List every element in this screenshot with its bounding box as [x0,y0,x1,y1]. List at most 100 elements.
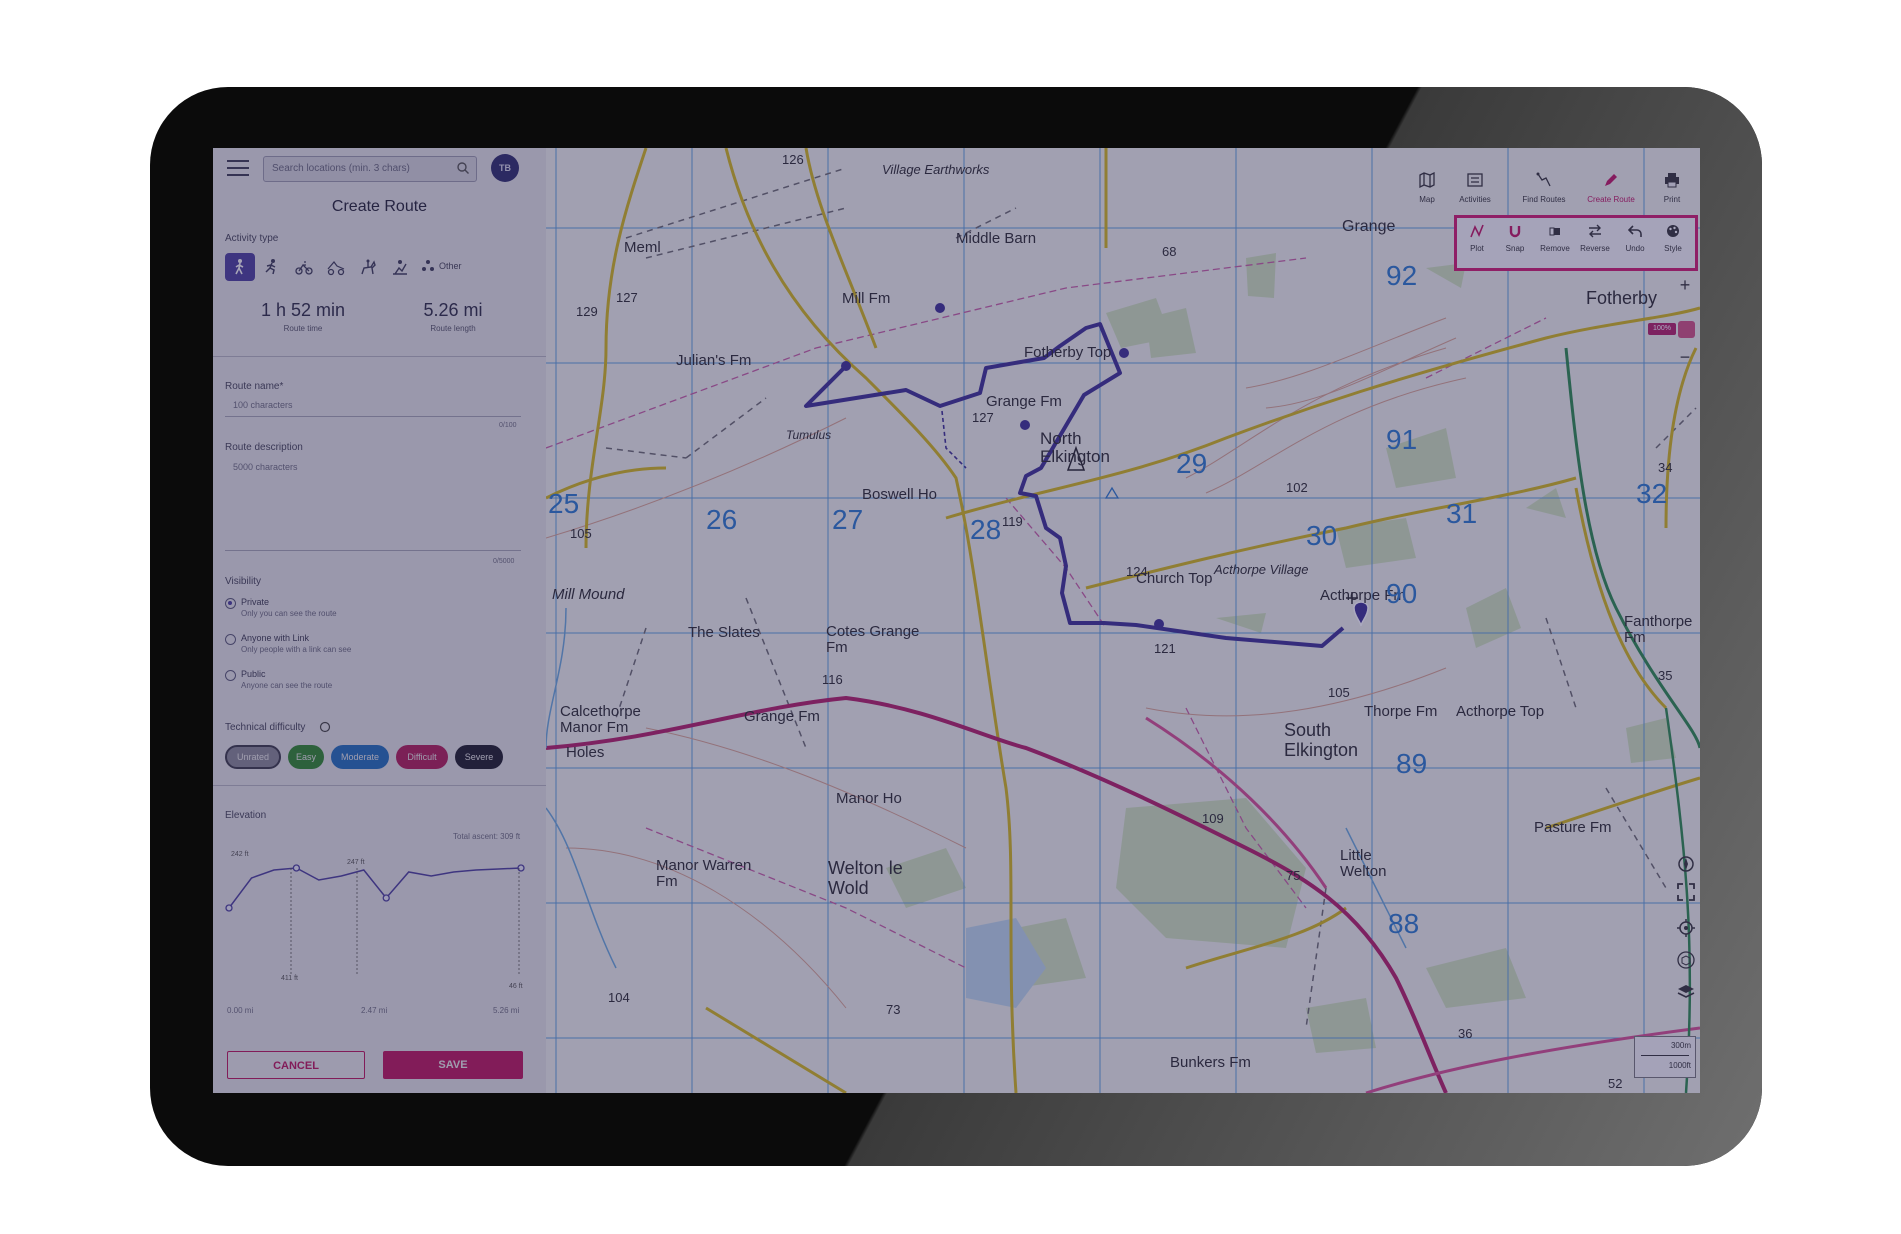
spot-height: 75 [1286,868,1301,883]
difficulty-moderate-chip[interactable]: Moderate [331,745,389,769]
place-label: Fotherby Top [1024,344,1112,361]
sidebar-topbar: Search locations (min. 3 chars) TB [213,148,546,188]
difficulty-easy-chip[interactable]: Easy [288,745,324,769]
remove-tool-button[interactable]: Remove [1535,224,1575,253]
difficulty-difficult-chip[interactable]: Difficult [396,745,448,769]
place-label: The Slates [688,624,760,641]
route-guide-dashed [941,410,967,469]
activity-cycle-button[interactable] [289,253,319,281]
info-icon[interactable] [319,721,331,733]
divider [213,785,546,786]
reverse-tool-button[interactable]: Reverse [1575,224,1615,253]
toolbar-label: Create Route [1587,195,1635,204]
os-map[interactable]: Village Earthworks Meml Mill Fm Julian's… [546,148,1700,1093]
draw-tools-panel: Plot Snap Remove Reverse Undo Style [1454,215,1698,271]
route-length-label: Route length [430,324,476,333]
map-toolbar: Map Activities Find Routes Create Route … [1401,166,1696,216]
elevation-chart[interactable]: 242 ft 247 ft 411 ft 46 ft [225,844,535,994]
print-icon [1665,173,1679,188]
difficulty-unrated-chip[interactable]: Unrated [225,745,281,769]
total-ascent: Total ascent: 309 ft [453,832,521,841]
route-length-value: 5.26 mi [423,300,483,320]
spot-height: 35 [1658,668,1673,683]
activity-run-button[interactable] [257,253,287,281]
elevation-point[interactable] [225,904,233,912]
tool-label: Style [1664,244,1682,253]
cancel-button[interactable]: CANCEL [227,1051,365,1079]
layers-icon[interactable] [1676,982,1696,1002]
difficulty-selector: Unrated Easy Moderate Difficult Severe [225,745,535,771]
elevation-point[interactable] [292,864,301,872]
visibility-link-radio[interactable] [225,634,236,645]
horse-riding-icon [361,259,376,275]
place-label: Tumulus [786,428,832,442]
walking-icon [235,259,244,275]
zoom-out-button[interactable]: − [1672,344,1698,370]
visibility-private-sub: Only you can see the route [241,609,337,618]
toolbar-label: Activities [1459,195,1491,204]
undo-tool-button[interactable]: Undo [1615,224,1655,253]
elev-label-low: 411 ft [281,975,298,982]
toolbar-find-routes-button[interactable]: Find Routes [1513,166,1575,216]
style-tool-button[interactable]: Style [1653,224,1693,253]
scale-metric: 300m [1670,1041,1691,1050]
plot-tool-button[interactable]: Plot [1457,224,1497,253]
snap-tool-button[interactable]: Snap [1495,224,1535,253]
elevation-label: Elevation [225,810,267,821]
route-description-textarea[interactable]: 5000 characters [225,454,521,551]
running-icon [265,259,276,275]
activity-horse-button[interactable] [353,253,383,281]
grid-number: 28 [970,514,1002,545]
scale-imperial: 1000ft [1668,1061,1691,1070]
search-icon[interactable] [456,161,470,175]
spot-height: 127 [616,290,638,305]
locate-icon[interactable] [1676,918,1696,938]
place-label: Fanthorpe Fm [1624,613,1693,646]
grid-number: 90 [1386,578,1418,609]
search-placeholder: Search locations (min. 3 chars) [272,163,410,174]
avatar[interactable]: TB [491,154,519,182]
spot-height: 104 [608,990,630,1005]
compass-icon[interactable] [1676,854,1696,874]
toolbar-create-route-button[interactable]: Create Route [1579,166,1643,216]
activity-mtb-button[interactable] [321,253,351,281]
visibility-public-radio[interactable] [225,670,236,681]
toolbar-map-button[interactable]: Map [1401,166,1453,216]
route-name-input[interactable]: 100 characters [225,392,521,417]
elevation-point[interactable] [382,894,390,902]
difficulty-severe-chip[interactable]: Severe [455,745,503,769]
grid-number: 91 [1386,424,1418,455]
dismantled-railway [1564,347,1700,749]
zoom-badge: 100% [1648,323,1676,335]
elevation-line [228,867,522,909]
search-input[interactable]: Search locations (min. 3 chars) [263,156,477,182]
activity-walk-button[interactable] [225,253,255,281]
toolbar-activities-button[interactable]: Activities [1449,166,1501,216]
spot-height: 105 [1328,685,1350,700]
place-label: Fotherby [1586,288,1658,308]
zoom-slider-handle[interactable] [1678,321,1695,338]
visibility-link-label: Anyone with Link [241,633,310,643]
activity-other-button[interactable]: Other [421,259,462,278]
activity-climb-button[interactable] [385,253,415,281]
form-actions: CANCEL SAVE [227,1051,527,1081]
tool-label: Plot [1470,244,1484,253]
spot-height: 126 [782,152,804,167]
route-end-marker[interactable] [1353,601,1369,627]
spot-height: 116 [822,672,843,687]
place-label: Meml [624,239,661,256]
other-dots-icon [422,260,434,271]
visibility-private-radio[interactable] [225,598,236,609]
3d-view-icon[interactable] [1676,950,1696,970]
route-name-placeholder: 100 characters [233,400,293,410]
tool-label: Reverse [1580,244,1610,253]
grid-number: 31 [1446,498,1478,529]
zoom-in-button[interactable]: + [1672,272,1698,298]
map-base [546,148,1700,1093]
hamburger-menu-icon[interactable] [227,160,249,176]
tool-label: Undo [1625,244,1645,253]
toolbar-label: Map [1419,195,1435,204]
toolbar-print-button[interactable]: Print [1646,166,1698,216]
save-button[interactable]: SAVE [383,1051,523,1079]
fullscreen-icon[interactable] [1676,882,1696,902]
